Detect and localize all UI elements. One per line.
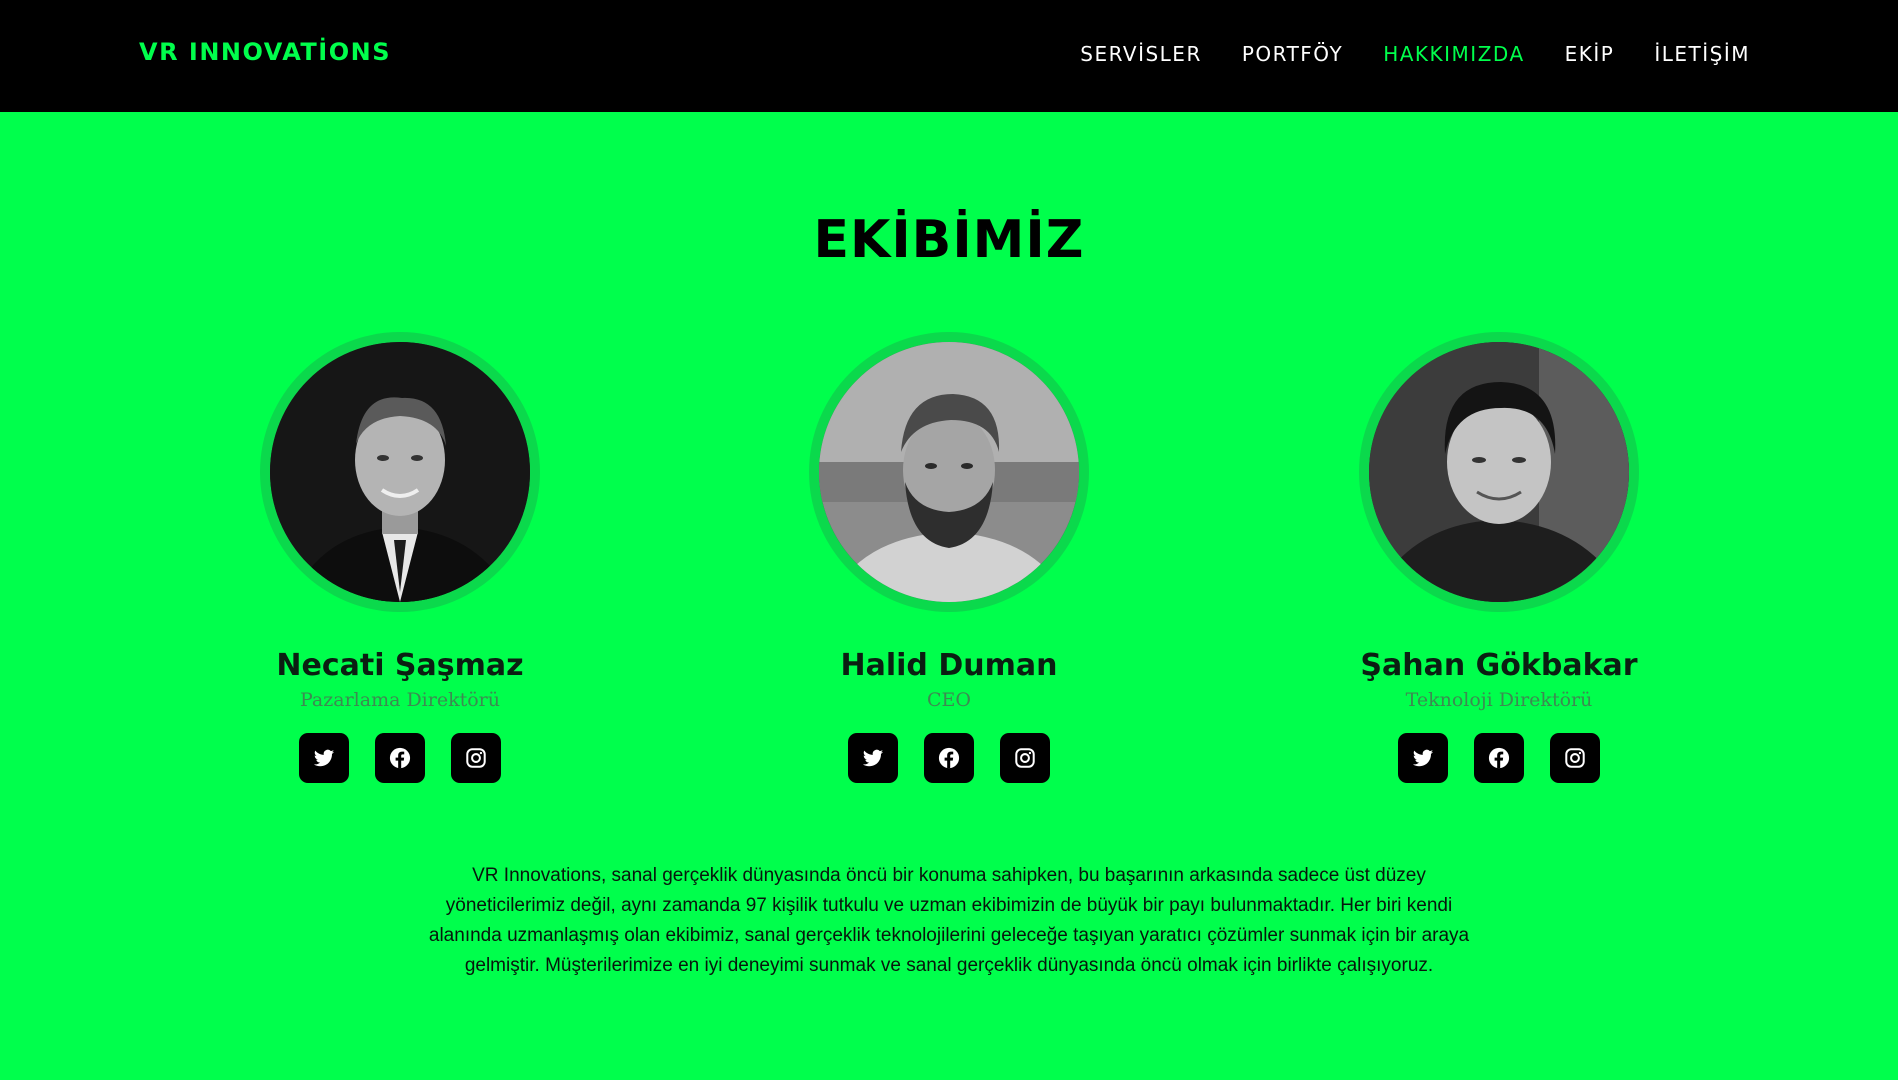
avatar-ring <box>260 332 540 612</box>
main-nav: SERVİSLER PORTFÖY HAKKIMIZDA EKİP İLETİŞ… <box>1080 42 1750 66</box>
twitter-icon <box>313 749 335 767</box>
member-name: Necati Şaşmaz <box>276 648 524 683</box>
nav-item-hakkimizda[interactable]: HAKKIMIZDA <box>1383 42 1524 66</box>
member-name: Halid Duman <box>840 648 1058 683</box>
avatar-ring <box>1359 332 1639 612</box>
facebook-icon <box>938 747 960 769</box>
social-links <box>749 733 1149 783</box>
avatar <box>270 342 530 602</box>
facebook-button[interactable] <box>1474 733 1524 783</box>
twitter-button[interactable] <box>299 733 349 783</box>
team-description: VR Innovations, sanal gerçeklik dünyasın… <box>428 865 1470 976</box>
social-links <box>200 733 600 783</box>
avatar-ring <box>809 332 1089 612</box>
instagram-icon <box>466 748 486 768</box>
avatar <box>819 342 1079 602</box>
facebook-icon <box>389 747 411 769</box>
nav-item-portfoy[interactable]: PORTFÖY <box>1242 42 1343 66</box>
instagram-button[interactable] <box>1000 733 1050 783</box>
facebook-icon <box>1488 747 1510 769</box>
nav-item-servisler[interactable]: SERVİSLER <box>1080 42 1202 66</box>
instagram-button[interactable] <box>451 733 501 783</box>
team-member-card: Necati Şaşmaz Pazarlama Direktörü <box>200 332 600 783</box>
team-member-card: Halid Duman CEO <box>749 332 1149 783</box>
team-member-card: Şahan Gökbakar Teknoloji Direktörü <box>1299 332 1699 783</box>
twitter-icon <box>862 749 884 767</box>
brand-logo[interactable]: VR INNOVATİONS <box>139 38 391 66</box>
navbar: VR INNOVATİONS SERVİSLER PORTFÖY HAKKIMI… <box>0 0 1898 112</box>
member-role: CEO <box>927 689 971 711</box>
instagram-icon <box>1565 748 1585 768</box>
facebook-button[interactable] <box>924 733 974 783</box>
section-title: EKİBİMİZ <box>813 210 1085 270</box>
instagram-icon <box>1015 748 1035 768</box>
facebook-button[interactable] <box>375 733 425 783</box>
twitter-button[interactable] <box>848 733 898 783</box>
member-name: Şahan Gökbakar <box>1360 648 1638 683</box>
instagram-button[interactable] <box>1550 733 1600 783</box>
social-links <box>1299 733 1699 783</box>
nav-item-iletisim[interactable]: İLETİŞİM <box>1654 42 1750 66</box>
member-role: Teknoloji Direktörü <box>1405 689 1593 711</box>
avatar <box>1369 342 1629 602</box>
twitter-icon <box>1412 749 1434 767</box>
nav-item-ekip[interactable]: EKİP <box>1565 42 1615 66</box>
member-role: Pazarlama Direktörü <box>299 689 500 711</box>
twitter-button[interactable] <box>1398 733 1448 783</box>
